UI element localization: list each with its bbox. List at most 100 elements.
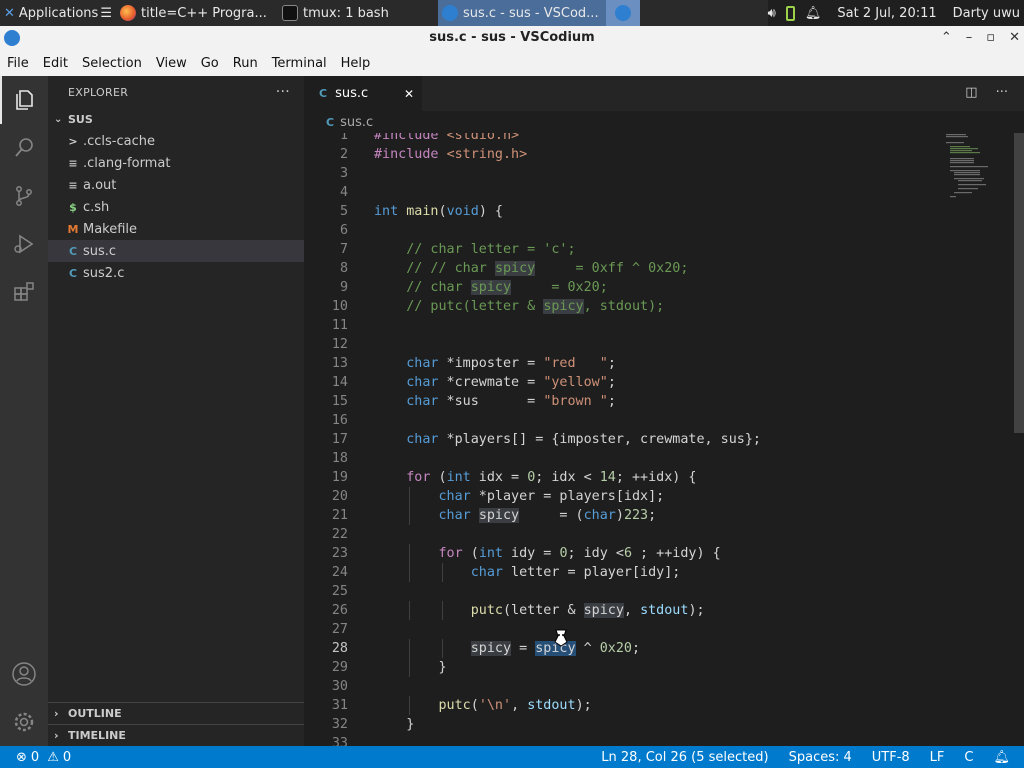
menu-help[interactable]: Help	[341, 56, 371, 71]
window-minimize-button[interactable]: –	[966, 26, 973, 50]
file-label: a.out	[83, 177, 117, 193]
terminal-icon	[281, 5, 298, 21]
line-number: 8	[339, 261, 348, 276]
clock[interactable]: Sat 2 Jul, 20:11	[837, 6, 936, 21]
code-text: }	[374, 660, 447, 675]
problems-indicator[interactable]: ⊗ 0 ⚠︎ 0	[0, 750, 71, 765]
close-icon[interactable]: ✕	[404, 87, 414, 101]
code-text: // putc(letter & spicy, stdout);	[406, 299, 665, 314]
source-control-activity[interactable]	[0, 172, 48, 220]
user-name[interactable]: Darty uwu	[953, 6, 1020, 21]
files-icon	[16, 90, 33, 110]
indentation[interactable]: Spaces: 4	[789, 750, 852, 765]
explorer-activity[interactable]	[0, 76, 48, 124]
menu-edit[interactable]: Edit	[43, 56, 68, 71]
firefox-icon	[119, 5, 136, 21]
more-actions-icon[interactable]: ···	[996, 85, 1008, 100]
editor-scrollbar[interactable]	[1014, 133, 1024, 433]
code-text: putc(letter & spicy, stdout);	[470, 603, 705, 618]
explorer-title: EXPLORER	[68, 85, 129, 99]
file-item[interactable]: $ c.sh	[48, 196, 304, 218]
error-icon: ⊗	[16, 749, 27, 765]
line-number: 24	[331, 565, 348, 580]
notifications-bell-icon[interactable]: 🔔︎	[993, 750, 1010, 765]
file-item[interactable]: Csus2.c	[48, 262, 304, 284]
taskbar-window-tmux[interactable]: tmux: 1 bash	[278, 0, 438, 26]
file-label: sus.c	[83, 243, 117, 259]
line-number: 21	[331, 508, 348, 523]
window-close-button[interactable]: ✕	[1009, 26, 1020, 50]
system-tray: 🔊︎ 🔔︎ Sat 2 Jul, 20:11 Darty uwu	[767, 0, 1024, 26]
code-text: char *sus = "brown ";	[406, 394, 616, 409]
menu-terminal[interactable]: Terminal	[272, 56, 327, 71]
code-editor[interactable]: 1 #include <stdio.h> 2 #include <string.h> 3…	[304, 133, 1024, 746]
search-icon	[15, 138, 33, 157]
menu-bar: File Edit Selection View Go Run Terminal…	[0, 50, 1024, 76]
code-text: int main(void) {	[374, 204, 503, 219]
split-editor-icon[interactable]: ◫	[965, 85, 977, 100]
system-taskbar: ✕ Applications ☰ title=C++ Progra... tmu…	[0, 0, 1024, 26]
file-label: .clang-format	[83, 155, 171, 171]
window-shade-button[interactable]: ⌃	[941, 26, 952, 50]
line-number: 11	[331, 318, 348, 333]
menu-run[interactable]: Run	[233, 56, 258, 71]
taskbar-window-title: sus.c - sus - VSCod...	[462, 5, 599, 21]
xfce-logo-icon: ✕	[4, 5, 15, 21]
battery-icon[interactable]	[785, 5, 795, 21]
outline-panel-header[interactable]: › OUTLINE	[48, 702, 304, 724]
line-number: 12	[331, 337, 348, 352]
more-actions-icon[interactable]: ···	[276, 84, 290, 100]
search-activity[interactable]	[0, 124, 48, 172]
line-number: 27	[331, 622, 348, 637]
workspace-folder[interactable]: ⌄ SUS	[48, 108, 304, 130]
breadcrumb-file[interactable]: sus.c	[340, 115, 373, 130]
line-number: 7	[339, 242, 348, 257]
language-mode[interactable]: C	[964, 750, 973, 765]
manage-activity[interactable]	[0, 698, 48, 746]
warning-count: 0	[62, 749, 72, 765]
line-number: 4	[339, 185, 348, 200]
file-item[interactable]: M Makefile	[48, 218, 304, 240]
file-item-selected[interactable]: Csus.c	[48, 240, 304, 262]
code-text: char *crewmate = "yellow";	[406, 375, 616, 390]
notification-bell-icon[interactable]: 🔔︎	[805, 6, 822, 21]
extensions-activity[interactable]	[0, 268, 48, 316]
menu-selection[interactable]: Selection	[82, 56, 142, 71]
file-item[interactable]: ≡ a.out	[48, 174, 304, 196]
menu-file[interactable]: File	[7, 56, 29, 71]
menu-view[interactable]: View	[156, 56, 187, 71]
taskbar-window-vscodium[interactable]: sus.c - sus - VSCod...	[437, 0, 606, 26]
menu-go[interactable]: Go	[201, 56, 219, 71]
run-debug-icon	[14, 234, 34, 254]
line-number: 29	[331, 660, 348, 675]
file-item[interactable]: > .ccls-cache	[48, 130, 304, 152]
cursor-position[interactable]: Ln 28, Col 26 (5 selected)	[601, 750, 768, 765]
breadcrumb: C sus.c	[304, 111, 1024, 133]
minimap[interactable]	[944, 133, 1010, 203]
code-text: char spicy = (char)223;	[438, 508, 657, 523]
file-item[interactable]: ≡ .clang-format	[48, 152, 304, 174]
account-icon	[12, 662, 36, 686]
taskbar-window-title: title=C++ Progra...	[140, 5, 267, 21]
code-text: char *player = players[idx];	[438, 489, 665, 504]
code-text: char letter = player[idy];	[470, 565, 681, 580]
file-label: sus2.c	[83, 265, 125, 281]
c-file-icon: C	[68, 266, 78, 280]
code-text: char *players[] = {imposter, crewmate, s…	[406, 432, 761, 447]
encoding[interactable]: UTF-8	[872, 750, 910, 765]
tab-sus-c[interactable]: C sus.c ✕	[304, 76, 422, 111]
timeline-panel-header[interactable]: › TIMELINE	[48, 724, 304, 746]
line-number: 3	[339, 166, 348, 181]
volume-icon[interactable]: 🔊︎	[768, 6, 776, 21]
taskbar-window-firefox[interactable]: title=C++ Progra...	[116, 0, 278, 26]
window-maximize-button[interactable]: ▫	[986, 26, 995, 50]
applications-menu[interactable]: ✕ Applications ☰	[0, 0, 116, 26]
file-label: .ccls-cache	[83, 133, 156, 149]
taskbar-window-extra[interactable]	[605, 0, 640, 26]
code-text: spicy = spicy ^ 0x20;	[470, 641, 641, 656]
end-of-line[interactable]: LF	[930, 750, 945, 765]
code-text: // // char spicy = 0xff ^ 0x20;	[406, 261, 689, 276]
run-debug-activity[interactable]	[0, 220, 48, 268]
folder-label: SUS	[68, 112, 93, 126]
accounts-activity[interactable]	[0, 650, 48, 698]
